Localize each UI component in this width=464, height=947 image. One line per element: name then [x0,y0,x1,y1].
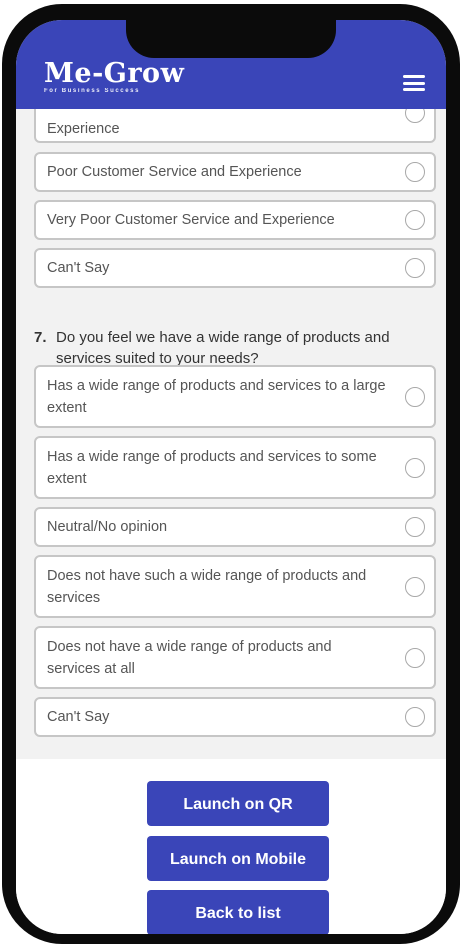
option-label: Neutral/No opinion [47,519,168,535]
option-no-wide-range[interactable]: Does not have a wide range of products a… [34,626,436,689]
option-very-poor-service[interactable]: Very Poor Customer Service and Experienc… [34,200,436,240]
launch-on-mobile-button[interactable]: Launch on Mobile [147,836,329,881]
option-poor-service[interactable]: Poor Customer Service and Experience [34,152,436,192]
phone-frame: Me-Grow For Business Success Experience … [2,4,460,944]
option-prev-experience[interactable]: Experience [34,109,436,143]
radio-unselected-icon[interactable] [405,457,425,478]
option-not-such-wide-range[interactable]: Does not have such a wide range of produ… [34,555,436,618]
launch-on-qr-button[interactable]: Launch on QR [147,781,329,826]
radio-unselected-icon[interactable] [405,517,425,537]
phone-screen: Me-Grow For Business Success Experience … [16,20,446,934]
app-logo[interactable]: Me-Grow For Business Success [44,58,185,95]
option-label: Has a wide range of products and service… [47,377,386,416]
option-label: Does not have such a wide range of produ… [47,567,367,606]
option-label: Very Poor Customer Service and Experienc… [47,212,335,228]
back-to-list-button[interactable]: Back to list [147,890,329,934]
radio-unselected-icon[interactable] [405,162,425,182]
radio-unselected-icon[interactable] [405,386,425,407]
option-prev-cant-say[interactable]: Can't Say [34,248,436,288]
logo-tagline: For Business Success [44,88,141,94]
option-neutral[interactable]: Neutral/No opinion [34,507,436,547]
option-wide-range-some[interactable]: Has a wide range of products and service… [34,436,436,499]
question-text: Do you feel we have a wide range of prod… [56,329,390,367]
radio-unselected-icon[interactable] [405,707,425,727]
option-label: Experience [47,121,120,137]
radio-unselected-icon[interactable] [405,210,425,230]
phone-notch [126,20,336,58]
option-label: Has a wide range of products and service… [47,448,377,487]
option-label: Poor Customer Service and Experience [47,164,302,180]
radio-unselected-icon[interactable] [405,647,425,668]
hamburger-menu-icon[interactable] [403,75,425,91]
survey-content[interactable]: Experience Poor Customer Service and Exp… [16,109,446,759]
option-cant-say[interactable]: Can't Say [34,697,436,737]
question-number: 7. [34,329,47,346]
action-footer: Launch on QR Launch on Mobile Back to li… [16,759,446,934]
option-label: Can't Say [47,709,110,725]
option-wide-range-large[interactable]: Has a wide range of products and service… [34,365,436,428]
question-7: 7. Do you feel we have a wide range of p… [34,327,439,369]
radio-unselected-icon[interactable] [405,258,425,278]
option-label: Does not have a wide range of products a… [47,638,332,677]
option-label: Can't Say [47,260,110,276]
radio-unselected-icon[interactable] [405,109,425,123]
radio-unselected-icon[interactable] [405,576,425,597]
logo-text: Me-Grow [44,58,185,89]
